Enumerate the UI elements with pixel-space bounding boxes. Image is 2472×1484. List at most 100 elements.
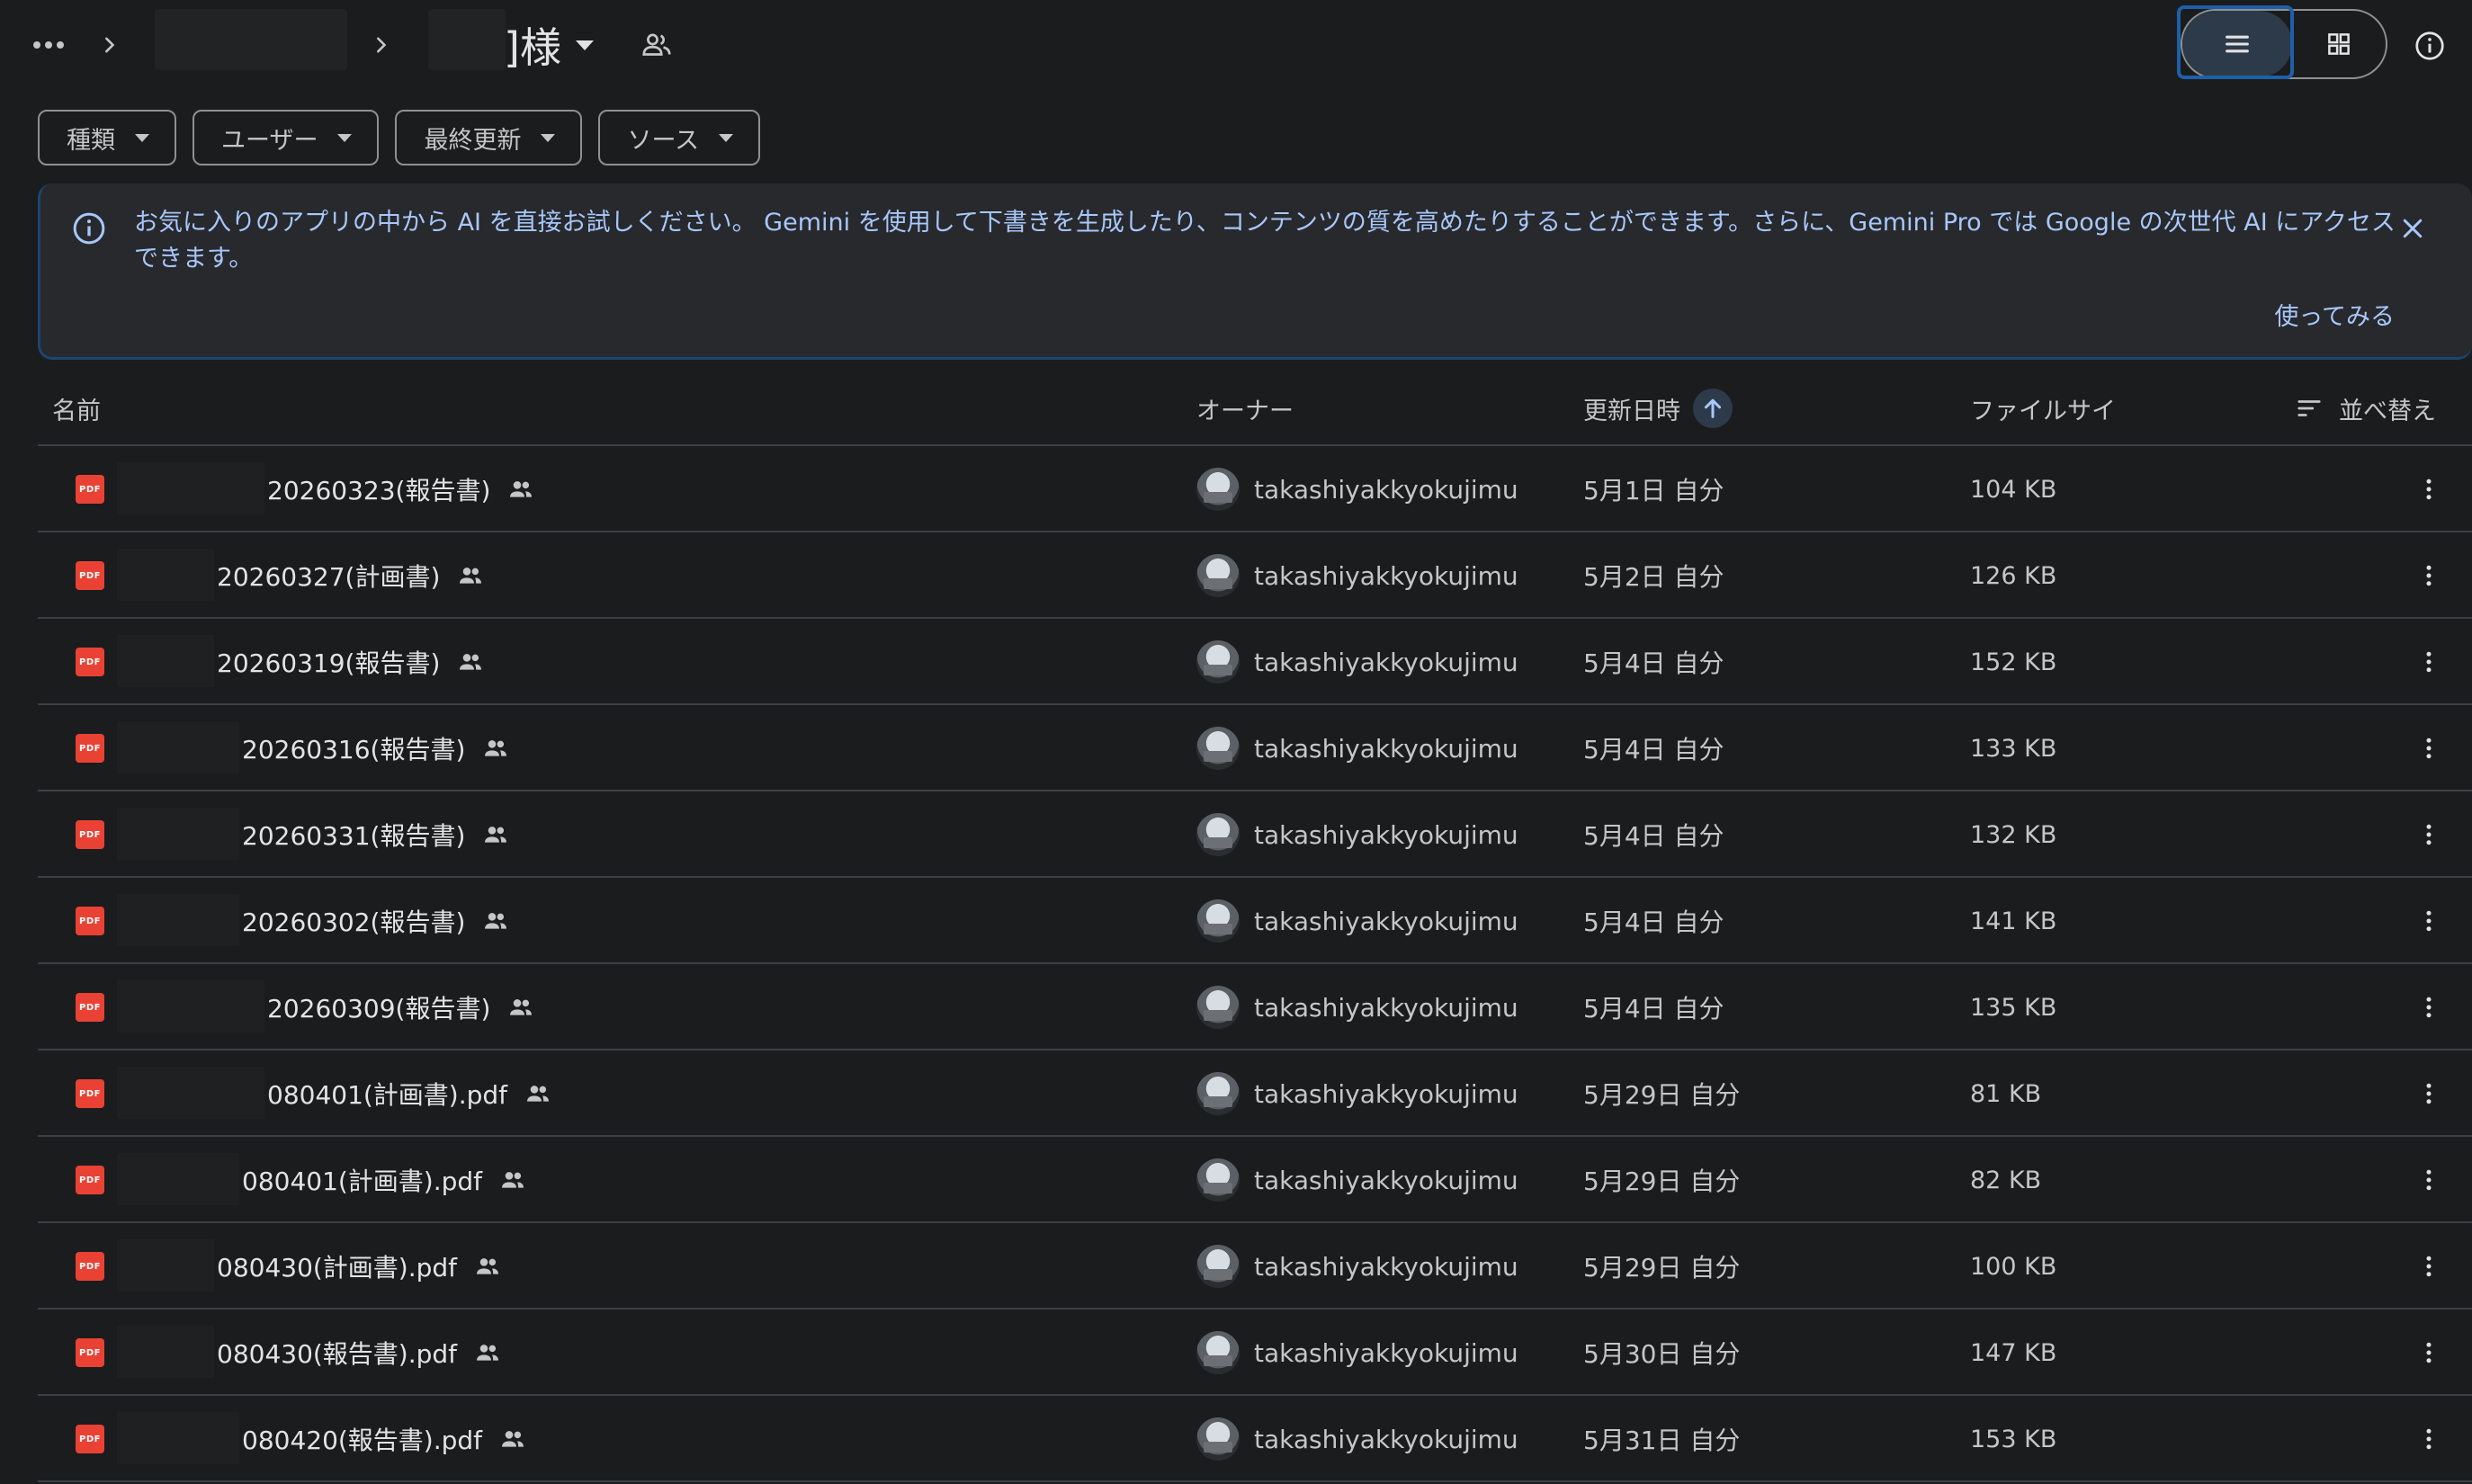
file-name-text: 20260327(計画書) xyxy=(217,562,441,592)
filter-source-label: ソース xyxy=(627,126,700,155)
owner-name: takashiyakkyokujimu xyxy=(1254,1251,1518,1282)
info-icon[interactable] xyxy=(2407,23,2452,68)
avatar xyxy=(1196,640,1240,684)
file-name-text: 080420(報告書).pdf xyxy=(242,1426,483,1455)
pdf-icon: PDF xyxy=(76,648,104,676)
chevron-right-icon xyxy=(92,23,128,67)
redacted-text xyxy=(117,635,214,687)
redacted-text xyxy=(117,549,214,601)
filter-modified[interactable]: 最終更新 xyxy=(395,110,583,165)
table-row[interactable]: PDF 080401(計画書).pdf takashiyakkyokujimu … xyxy=(38,1050,2472,1137)
avatar xyxy=(1196,1072,1240,1115)
caret-down-icon xyxy=(719,133,734,142)
more-vert-icon[interactable] xyxy=(2407,813,2450,856)
avatar xyxy=(1196,813,1240,856)
pdf-icon: PDF xyxy=(76,1166,104,1194)
folder-title-dropdown[interactable]: ]様 xyxy=(504,16,594,74)
table-row[interactable]: PDF 20260316(報告書) takashiyakkyokujimu 5月… xyxy=(38,705,2472,791)
filter-type-label: 種類 xyxy=(67,126,115,155)
owner-name: takashiyakkyokujimu xyxy=(1254,647,1518,677)
file-size: 152 KB xyxy=(1970,648,2057,676)
arrow-up-icon[interactable] xyxy=(1693,389,1733,428)
filter-source[interactable]: ソース xyxy=(598,110,761,165)
table-row[interactable]: PDF 080430(計画書).pdf takashiyakkyokujimu … xyxy=(38,1223,2472,1310)
filter-type[interactable]: 種類 xyxy=(38,110,176,165)
shared-people-icon xyxy=(498,1425,527,1453)
owner-name: takashiyakkyokujimu xyxy=(1254,992,1518,1023)
pdf-icon: PDF xyxy=(76,993,104,1022)
owner-name: takashiyakkyokujimu xyxy=(1254,1337,1518,1368)
table-row[interactable]: PDF 080420(報告書).pdf takashiyakkyokujimu … xyxy=(38,1396,2472,1482)
owner-name: takashiyakkyokujimu xyxy=(1254,474,1518,505)
modified-date: 5月31日 自分 xyxy=(1583,1426,1741,1455)
pdf-icon: PDF xyxy=(76,907,104,935)
table-row[interactable]: PDF 20260302(報告書) takashiyakkyokujimu 5月… xyxy=(38,878,2472,964)
caret-down-icon xyxy=(575,40,594,50)
avatar xyxy=(1196,899,1240,943)
file-name-text: 080401(計画書).pdf xyxy=(242,1167,483,1196)
try-it-button[interactable]: 使ってみる xyxy=(2274,297,2395,332)
shared-people-icon xyxy=(481,734,510,763)
redacted-text xyxy=(117,1067,264,1119)
pdf-icon: PDF xyxy=(76,734,104,763)
more-vert-icon[interactable] xyxy=(2407,640,2450,684)
banner-message: お気に入りのアプリの中から AI を直接お試しください。 Gemini を使用し… xyxy=(134,209,2396,273)
table-row[interactable]: PDF 20260327(計画書) takashiyakkyokujimu 5月… xyxy=(38,532,2472,619)
modified-date: 5月4日 自分 xyxy=(1583,907,1724,937)
column-header-owner[interactable]: オーナー xyxy=(1196,371,1294,446)
table-row[interactable]: PDF 20260309(報告書) takashiyakkyokujimu 5月… xyxy=(38,964,2472,1050)
owner-name: takashiyakkyokujimu xyxy=(1254,906,1518,936)
table-row[interactable]: PDF 080430(報告書).pdf takashiyakkyokujimu … xyxy=(38,1310,2472,1396)
more-vert-icon[interactable] xyxy=(2407,468,2450,511)
table-row[interactable]: PDF 20260331(報告書) takashiyakkyokujimu 5月… xyxy=(38,791,2472,878)
caret-down-icon xyxy=(541,133,556,142)
sort-button[interactable]: 並べ替え xyxy=(2296,371,2436,446)
modified-date: 5月2日 自分 xyxy=(1583,562,1724,592)
file-size: 132 KB xyxy=(1970,820,2057,849)
more-vert-icon[interactable] xyxy=(2407,1072,2450,1115)
pdf-icon: PDF xyxy=(76,1425,104,1453)
modified-date: 5月30日 自分 xyxy=(1583,1339,1741,1369)
more-vert-icon[interactable] xyxy=(2407,1245,2450,1288)
list-view-button[interactable] xyxy=(2177,5,2294,79)
shared-people-icon[interactable] xyxy=(635,23,678,67)
more-vert-icon[interactable] xyxy=(2407,1158,2450,1202)
shared-people-icon xyxy=(481,907,510,935)
redacted-text xyxy=(117,894,239,946)
avatar xyxy=(1196,727,1240,770)
file-size: 133 KB xyxy=(1970,734,2057,763)
column-header-name[interactable]: 名前 xyxy=(52,371,101,446)
avatar xyxy=(1196,986,1240,1029)
more-vert-icon[interactable] xyxy=(2407,1417,2450,1461)
filter-chips: 種類 ユーザー 最終更新 ソース xyxy=(38,110,761,165)
column-header-modified[interactable]: 更新日時 xyxy=(1583,371,1733,446)
file-list: PDF 20260323(報告書) takashiyakkyokujimu 5月… xyxy=(38,446,2472,1482)
table-row[interactable]: PDF 20260319(報告書) takashiyakkyokujimu 5月… xyxy=(38,619,2472,705)
file-name-text: 080430(報告書).pdf xyxy=(217,1339,458,1369)
redacted-text xyxy=(117,462,264,514)
file-name-text: 20260319(報告書) xyxy=(217,648,441,678)
close-icon[interactable] xyxy=(2393,209,2432,248)
breadcrumb-item-redacted[interactable] xyxy=(155,9,347,70)
sort-icon xyxy=(2297,400,2321,416)
file-name-text: 20260323(報告書) xyxy=(267,476,491,505)
column-header-modified-label: 更新日時 xyxy=(1583,397,1680,425)
file-name: 20260331(報告書) xyxy=(242,791,510,878)
table-row[interactable]: PDF 080401(計画書).pdf takashiyakkyokujimu … xyxy=(38,1137,2472,1223)
more-vert-icon[interactable] xyxy=(2407,986,2450,1029)
table-header: 名前 オーナー 更新日時 ファイルサイ 並べ替え xyxy=(38,371,2472,446)
file-name: 20260302(報告書) xyxy=(242,878,510,964)
column-header-size[interactable]: ファイルサイ xyxy=(1970,371,2116,446)
more-vert-icon[interactable] xyxy=(2407,727,2450,770)
filter-user[interactable]: ユーザー xyxy=(193,110,380,165)
more-vert-icon[interactable] xyxy=(2407,554,2450,597)
table-row[interactable]: PDF 20260323(報告書) takashiyakkyokujimu 5月… xyxy=(38,446,2472,532)
file-size: 147 KB xyxy=(1970,1338,2057,1367)
chevron-right-icon xyxy=(363,23,399,67)
grid-view-icon xyxy=(2328,33,2350,55)
more-horiz-icon[interactable] xyxy=(27,23,70,67)
modified-date: 5月29日 自分 xyxy=(1583,1080,1741,1110)
grid-view-button[interactable] xyxy=(2292,11,2386,77)
more-vert-icon[interactable] xyxy=(2407,1331,2450,1374)
more-vert-icon[interactable] xyxy=(2407,899,2450,943)
